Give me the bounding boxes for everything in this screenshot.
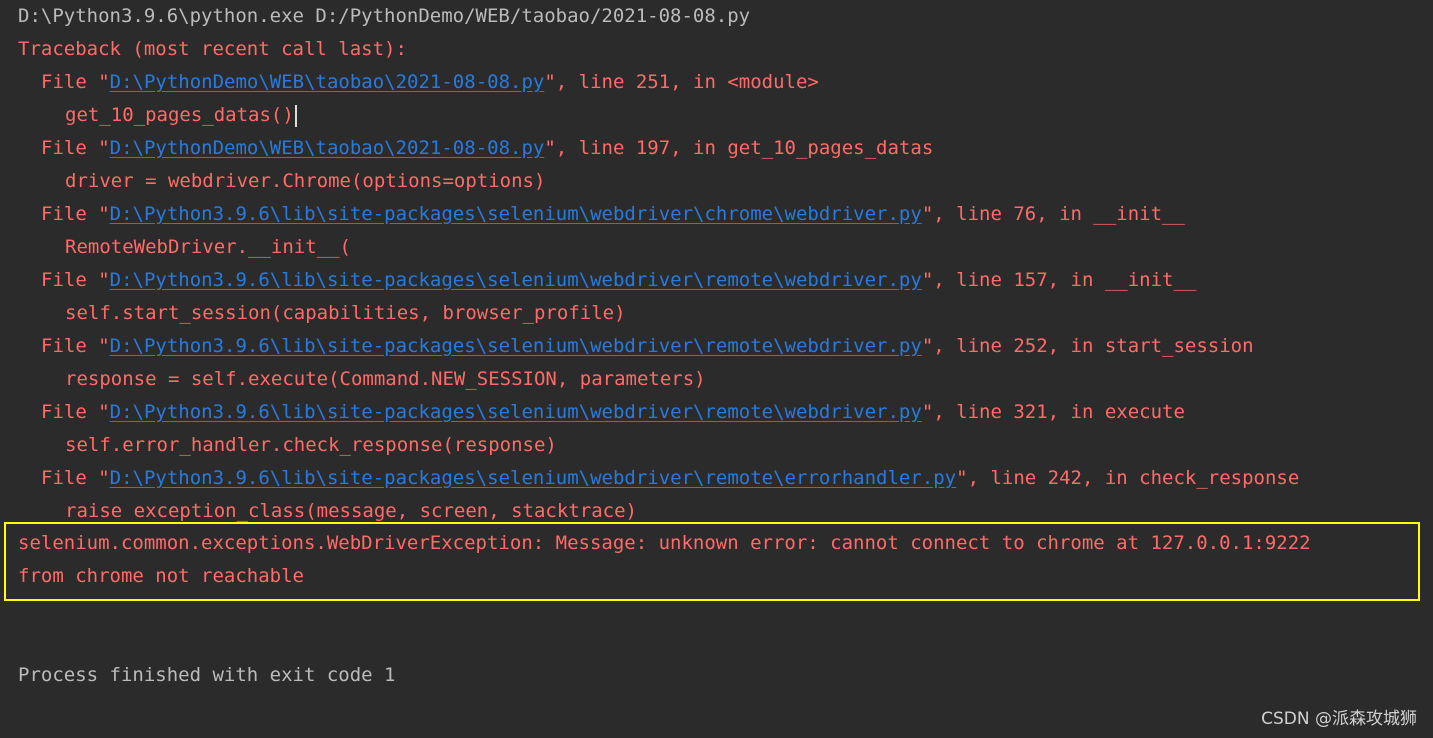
file-prefix: File "	[41, 203, 110, 225]
frame-location: ", line 197, in get_10_pages_datas	[544, 137, 934, 159]
file-prefix: File "	[41, 335, 110, 357]
traceback-frame-code-line: driver = webdriver.Chrome(options=option…	[65, 170, 546, 192]
traceback-frame-code-line: response = self.execute(Command.NEW_SESS…	[65, 368, 706, 390]
traceback-frame-code-line: self.error_handler.check_response(respon…	[65, 434, 557, 456]
process-exit-message: Process finished with exit code 1	[18, 664, 396, 686]
file-path-link[interactable]: D:\Python3.9.6\lib\site-packages\seleniu…	[110, 203, 922, 225]
frame-location: ", line 252, in start_session	[921, 335, 1254, 357]
file-path-link[interactable]: D:\Python3.9.6\lib\site-packages\seleniu…	[110, 467, 956, 489]
traceback-frame-file-line: File "D:\Python3.9.6\lib\site-packages\s…	[18, 330, 1418, 363]
frame-location: ", line 251, in <module>	[544, 71, 819, 93]
exception-message: selenium.common.exceptions.WebDriverExce…	[18, 527, 1311, 593]
traceback-frame-code-line: self.start_session(capabilities, browser…	[65, 302, 626, 324]
traceback-frame-code-line: get_10_pages_datas()	[18, 99, 1418, 132]
traceback-frame-file-line: File "D:\PythonDemo\WEB\taobao\2021-08-0…	[18, 132, 1418, 165]
traceback-frame-file-line: File "D:\PythonDemo\WEB\taobao\2021-08-0…	[18, 66, 1418, 99]
frame-location: ", line 242, in check_response	[956, 467, 1300, 489]
run-command-line: D:\Python3.9.6\python.exe D:/PythonDemo/…	[18, 5, 751, 27]
frame-location: ", line 157, in __init__	[921, 269, 1197, 291]
console-output: D:\Python3.9.6\python.exe D:/PythonDemo/…	[18, 0, 1418, 528]
file-path-link[interactable]: D:\Python3.9.6\lib\site-packages\seleniu…	[110, 335, 922, 357]
frame-location: ", line 321, in execute	[921, 401, 1185, 423]
exception-line-1: selenium.common.exceptions.WebDriverExce…	[18, 532, 1311, 554]
text-cursor	[294, 104, 297, 127]
file-prefix: File "	[41, 269, 110, 291]
file-prefix: File "	[41, 401, 110, 423]
file-path-link[interactable]: D:\PythonDemo\WEB\taobao\2021-08-08.py	[110, 71, 545, 93]
traceback-frame-file-line: File "D:\Python3.9.6\lib\site-packages\s…	[18, 462, 1418, 495]
traceback-header: Traceback (most recent call last):	[18, 38, 407, 60]
exception-line-2: from chrome not reachable	[18, 565, 304, 587]
traceback-frame-code-line: RemoteWebDriver.__init__(	[65, 236, 351, 258]
file-prefix: File "	[41, 71, 110, 93]
file-prefix: File "	[41, 467, 110, 489]
file-path-link[interactable]: D:\Python3.9.6\lib\site-packages\seleniu…	[110, 269, 922, 291]
traceback-frame-file-line: File "D:\Python3.9.6\lib\site-packages\s…	[18, 198, 1418, 231]
file-path-link[interactable]: D:\Python3.9.6\lib\site-packages\seleniu…	[110, 401, 922, 423]
traceback-frame-file-line: File "D:\Python3.9.6\lib\site-packages\s…	[18, 396, 1418, 429]
traceback-frame-file-line: File "D:\Python3.9.6\lib\site-packages\s…	[18, 264, 1418, 297]
file-prefix: File "	[41, 137, 110, 159]
watermark: CSDN @派森攻城狮	[1261, 709, 1417, 729]
file-path-link[interactable]: D:\PythonDemo\WEB\taobao\2021-08-08.py	[110, 137, 545, 159]
frame-code: get_10_pages_datas()	[65, 104, 294, 126]
frame-location: ", line 76, in __init__	[921, 203, 1185, 225]
